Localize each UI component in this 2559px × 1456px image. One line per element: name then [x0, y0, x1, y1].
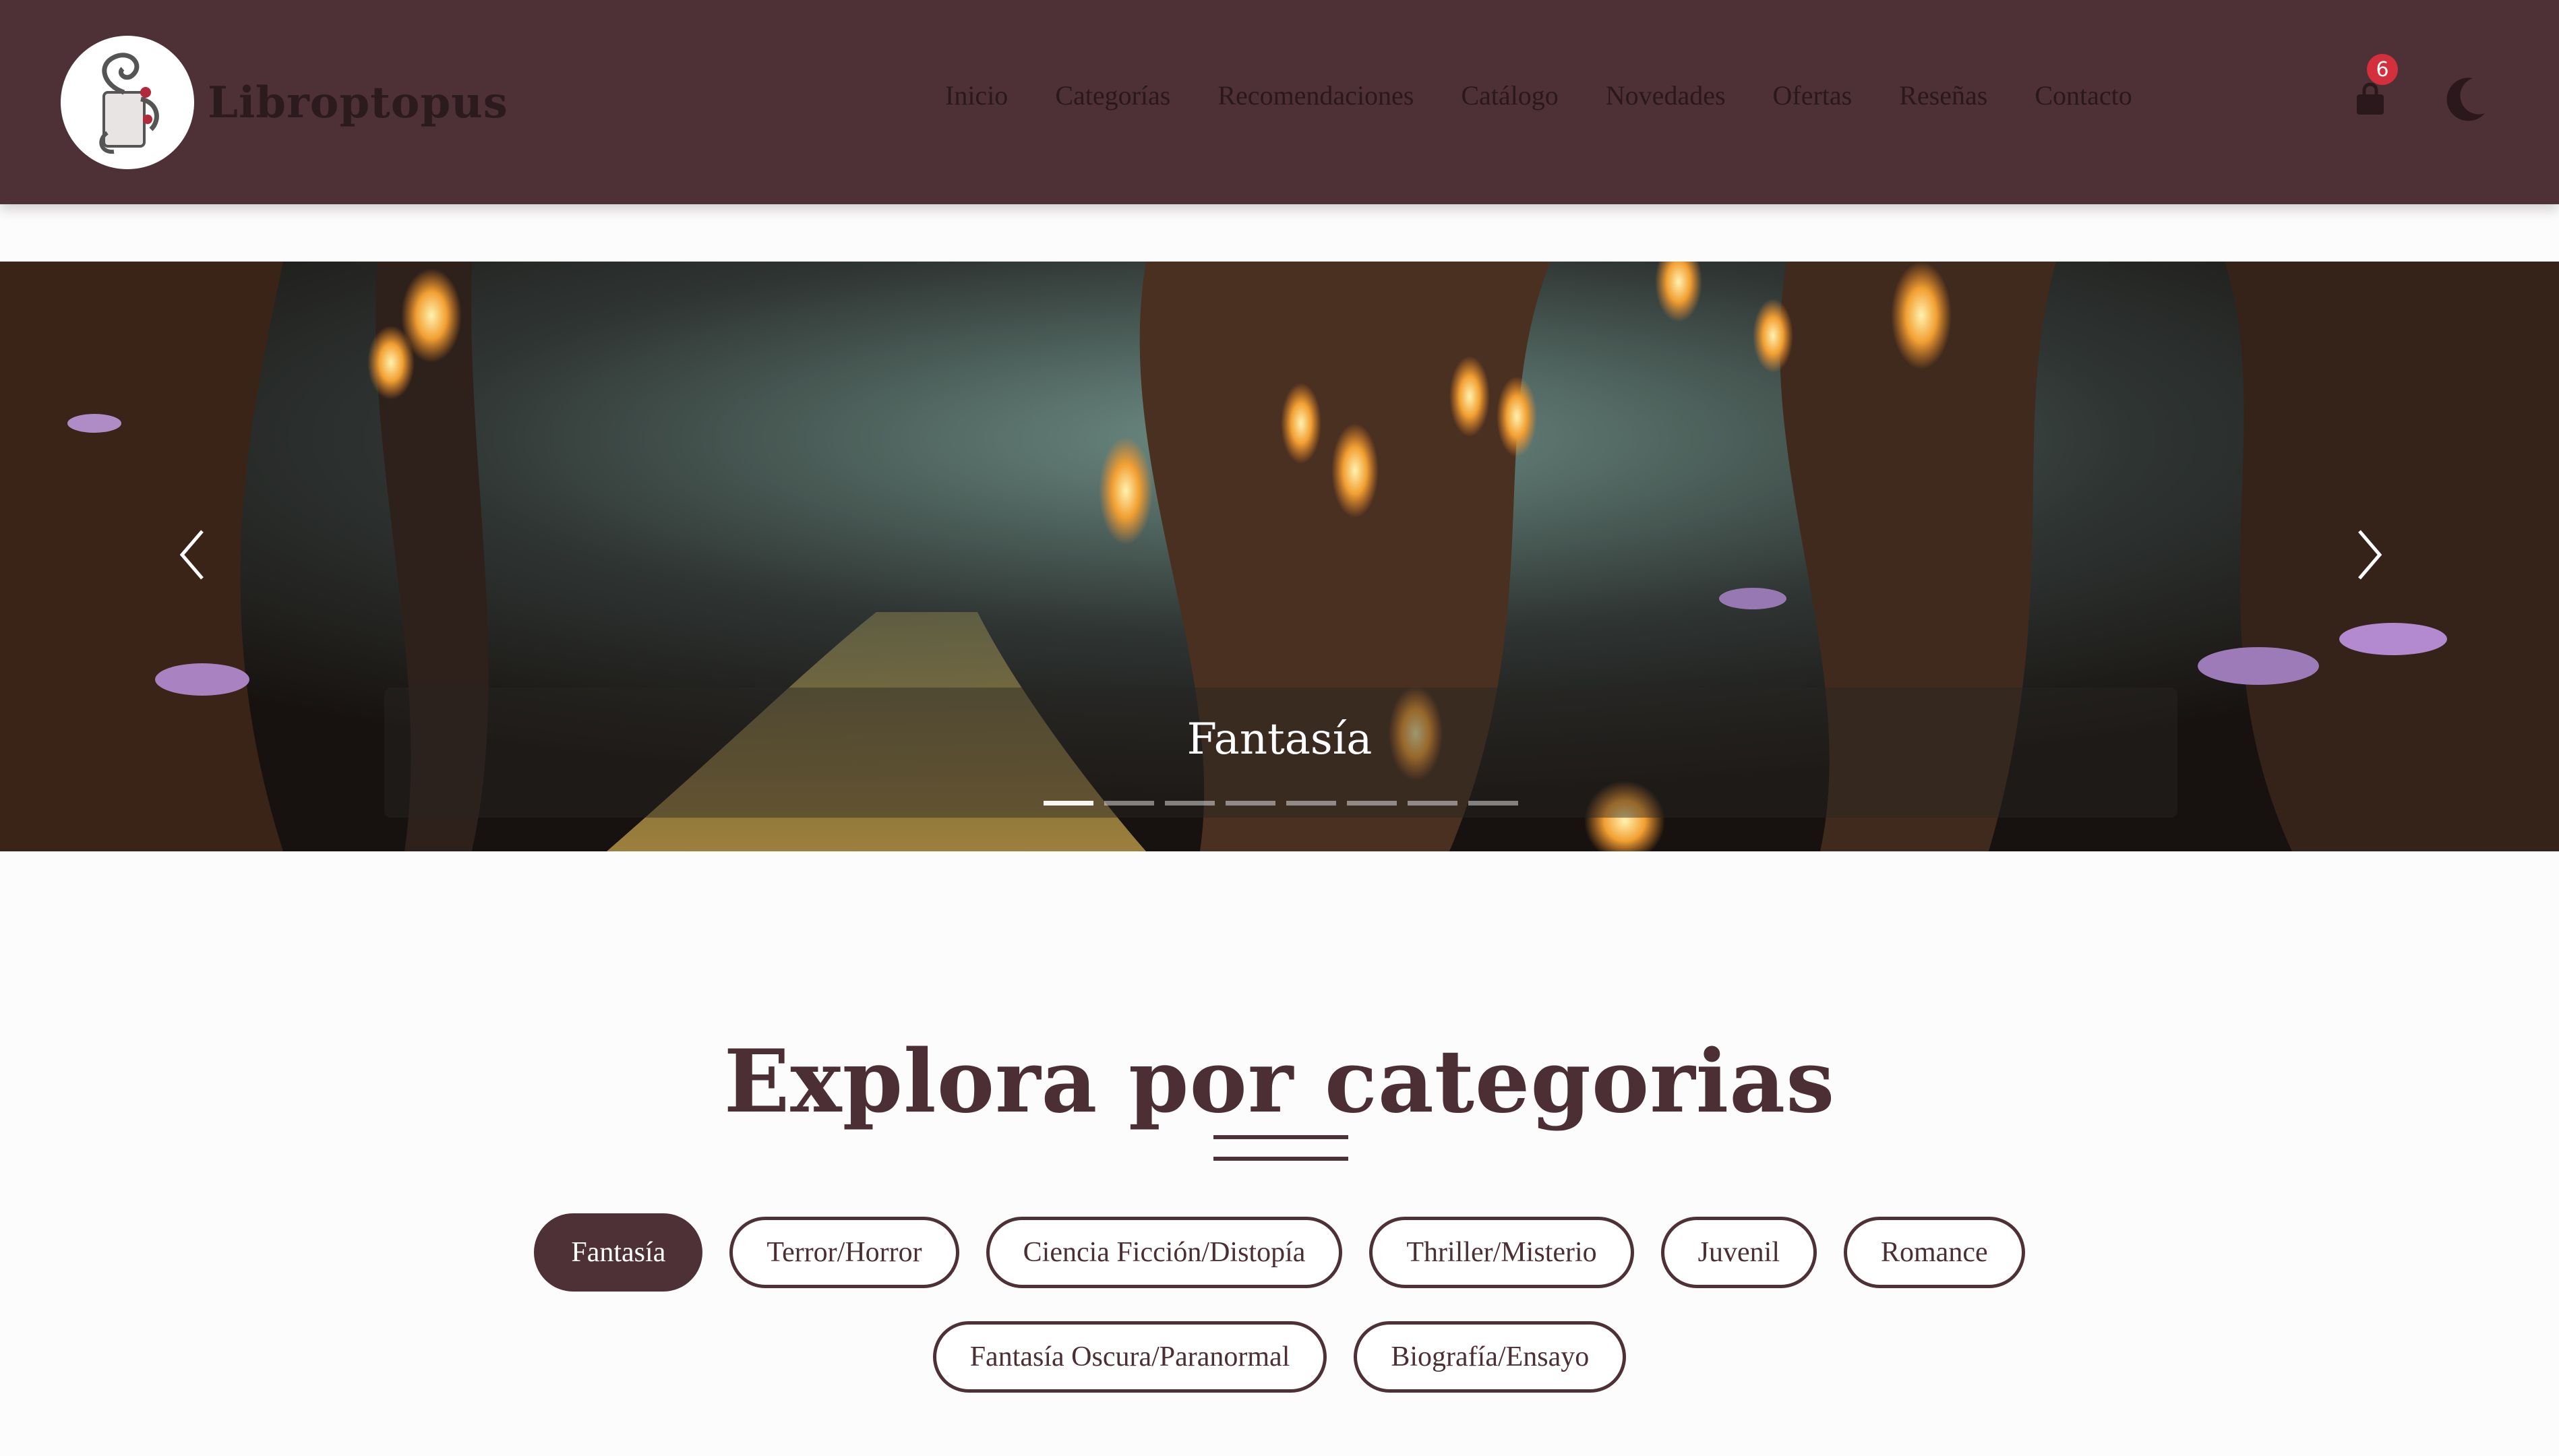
carousel-indicator-5[interactable] — [1286, 801, 1336, 806]
section-title: Explora por categorias — [723, 1031, 1836, 1132]
category-pill-thriller[interactable]: Thriller/Misterio — [1369, 1217, 1634, 1288]
category-pill-juvenil[interactable]: Juvenil — [1660, 1217, 1817, 1288]
category-pills-row-2: Fantasía Oscura/Paranormal Biografía/Ens… — [0, 1321, 2559, 1393]
moon-icon[interactable] — [2443, 75, 2488, 123]
carousel-indicator-8[interactable] — [1468, 801, 1518, 806]
nav-link-categorias[interactable]: Categorías — [1055, 80, 1170, 111]
top-navbar: Libroptopus Inicio Categorías Recomendac… — [0, 0, 2559, 204]
category-pill-ciencia-ficcion[interactable]: Ciencia Ficción/Distopía — [986, 1217, 1343, 1288]
chevron-right-icon[interactable] — [2349, 524, 2390, 585]
brand[interactable]: Libroptopus — [61, 36, 508, 169]
carousel-indicator-3[interactable] — [1165, 801, 1215, 806]
octopus-book-logo-icon — [99, 53, 159, 154]
carousel-indicators — [1044, 801, 1518, 806]
carousel-indicator-7[interactable] — [1408, 801, 1457, 806]
carousel-indicator-2[interactable] — [1104, 801, 1154, 806]
category-pill-biografia[interactable]: Biografía/Ensayo — [1354, 1321, 1627, 1393]
nav-link-inicio[interactable]: Inicio — [945, 80, 1008, 111]
title-underline — [1213, 1135, 1348, 1139]
carousel-indicator-6[interactable] — [1347, 801, 1397, 806]
title-underline-2 — [1213, 1157, 1348, 1161]
category-pills-row-1: Fantasía Terror/Horror Ciencia Ficción/D… — [0, 1213, 2559, 1292]
nav-link-contacto[interactable]: Contacto — [2035, 80, 2132, 111]
nav-link-resenas[interactable]: Reseñas — [1899, 80, 1987, 111]
category-pill-fantasia[interactable]: Fantasía — [534, 1213, 703, 1292]
nav-link-novedades[interactable]: Novedades — [1606, 80, 1726, 111]
category-pill-romance[interactable]: Romance — [1844, 1217, 2025, 1288]
carousel-indicator-1[interactable] — [1044, 801, 1093, 806]
nav-link-recomendaciones[interactable]: Recomendaciones — [1217, 80, 1414, 111]
category-pill-fantasia-oscura[interactable]: Fantasía Oscura/Paranormal — [932, 1321, 1327, 1393]
chevron-left-icon[interactable] — [172, 524, 212, 585]
main-nav: Inicio Categorías Recomendaciones Catálo… — [945, 80, 2132, 111]
cart-count-badge: 6 — [2367, 54, 2398, 85]
nav-link-catalogo[interactable]: Catálogo — [1461, 80, 1558, 111]
brand-logo[interactable] — [61, 36, 194, 169]
carousel-indicator-4[interactable] — [1226, 801, 1275, 806]
category-pill-terror[interactable]: Terror/Horror — [729, 1217, 959, 1288]
carousel-caption: Fantasía — [1186, 715, 1373, 764]
nav-link-ofertas[interactable]: Ofertas — [1773, 80, 1853, 111]
shopping-bag-icon[interactable] — [2355, 82, 2385, 116]
brand-name[interactable]: Libroptopus — [208, 78, 508, 128]
